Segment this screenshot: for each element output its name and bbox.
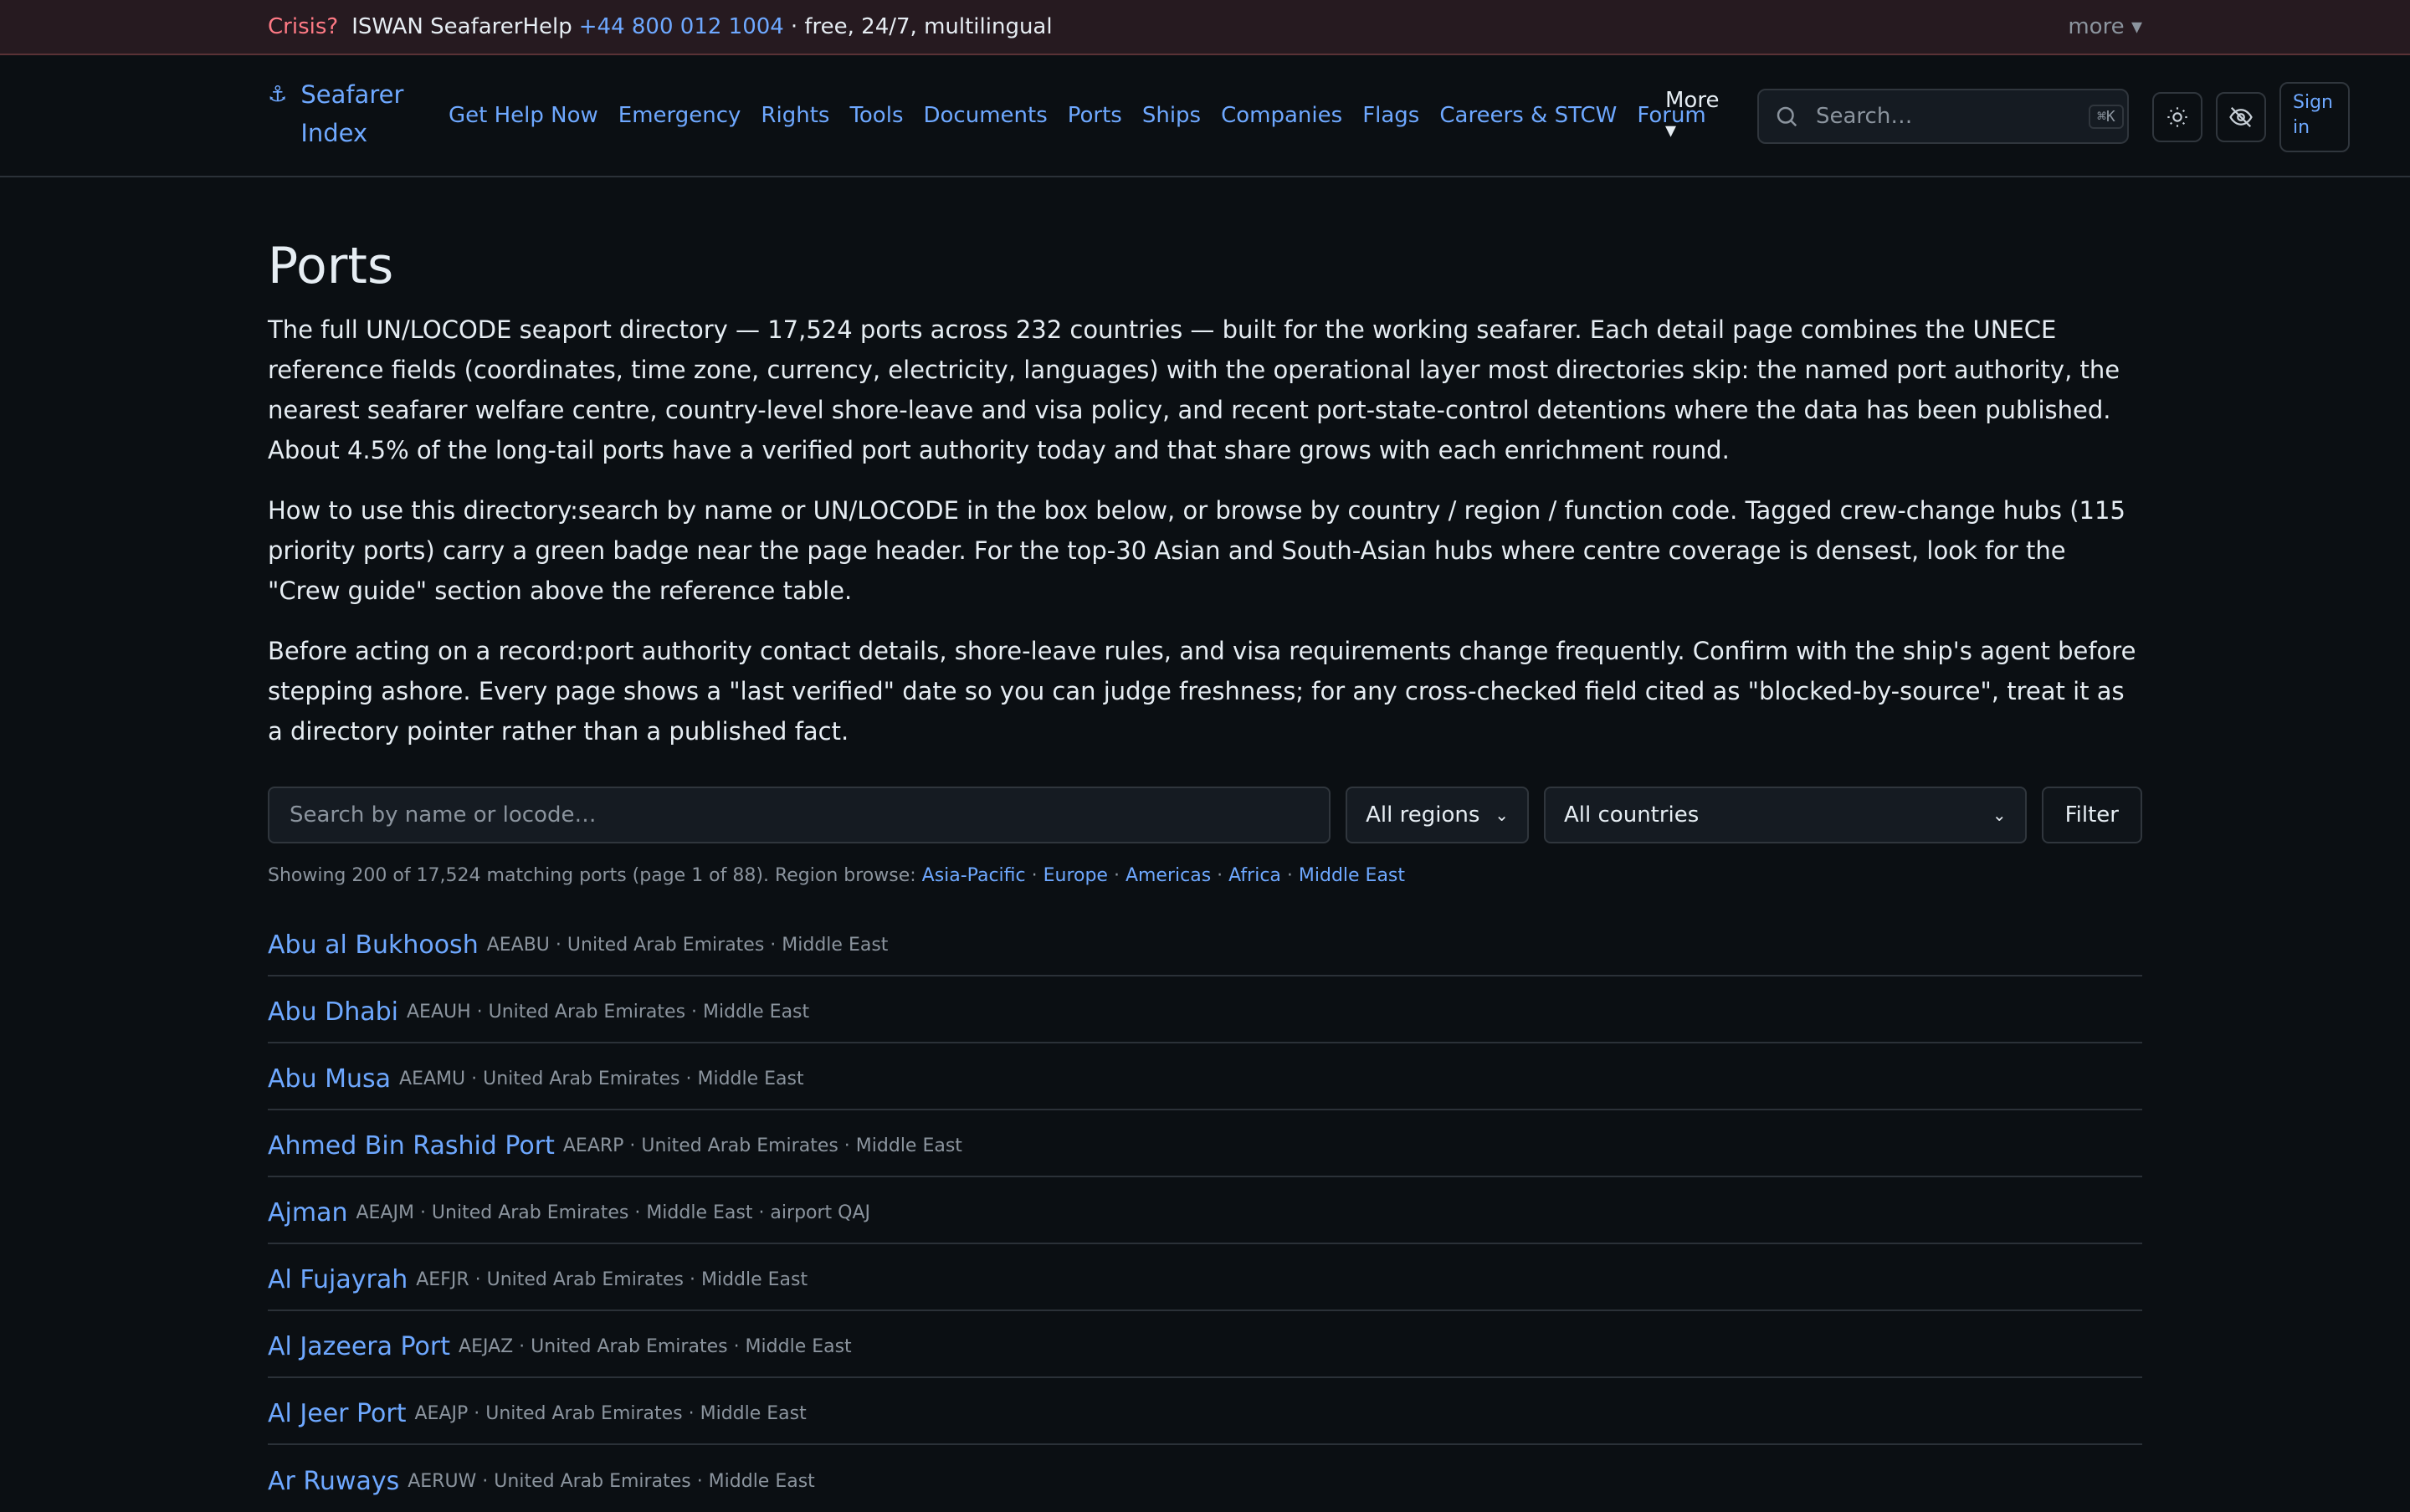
port-link[interactable]: Abu Musa (268, 1064, 391, 1094)
region-link-middle-east[interactable]: Middle East (1299, 865, 1405, 886)
nav-link-careers-stcw[interactable]: Careers & STCW (1439, 103, 1617, 128)
privacy-toggle-button[interactable] (2216, 92, 2266, 142)
anchor-icon: ⚓ (268, 82, 288, 107)
port-meta: AEAJP · United Arab Emirates · Middle Ea… (414, 1402, 807, 1424)
port-link[interactable]: Abu Dhabi (268, 997, 398, 1027)
region-link-africa[interactable]: Africa (1228, 865, 1281, 886)
region-link-americas[interactable]: Americas (1126, 865, 1211, 886)
port-meta: AEJAZ · United Arab Emirates · Middle Ea… (459, 1335, 852, 1357)
sun-icon (2167, 107, 2187, 127)
chevron-down-icon: ⌄ (1992, 805, 2007, 825)
theme-toggle-button[interactable] (2152, 92, 2202, 142)
list-item: Al Jeer Port AEAJP · United Arab Emirates… (268, 1378, 2142, 1445)
crisis-details: · free, 24/7, multilingual (790, 14, 1053, 39)
global-search-input[interactable] (1814, 103, 2089, 130)
port-link[interactable]: Al Jazeera Port (268, 1332, 450, 1361)
port-meta: AEAMU · United Arab Emirates · Middle Ea… (399, 1068, 804, 1089)
nav-link-documents[interactable]: Documents (924, 103, 1048, 128)
crisis-more-toggle[interactable]: more ▾ (2068, 14, 2142, 39)
nav-links: Get Help Now Emergency Rights Tools Docu… (449, 55, 1706, 176)
results-status: Showing 200 of 17,524 matching ports (pa… (268, 865, 1406, 886)
country-select[interactable]: All countries ⌄ (1544, 787, 2027, 843)
results-count-text: Showing 200 of 17,524 matching ports (pa… (268, 865, 922, 886)
search-icon (1777, 106, 1797, 127)
list-item: Ajman AEAJM · United Arab Emirates · Midd… (268, 1177, 2142, 1244)
search-shortcut-hint: ⌘K (2089, 104, 2124, 129)
list-item: Ahmed Bin Rashid Port AEARP · United Arab… (268, 1110, 2142, 1177)
brand-name: Seafarer Index (300, 80, 404, 147)
nav-link-tools[interactable]: Tools (849, 103, 903, 128)
global-search[interactable]: ⌘K (1757, 89, 2129, 144)
nav-link-get-help-now[interactable]: Get Help Now (449, 103, 598, 128)
region-link-asia-pacific[interactable]: Asia-Pacific (922, 865, 1026, 886)
list-item: Al Jazeera Port AEJAZ · United Arab Emira… (268, 1311, 2142, 1378)
sign-in-button[interactable]: Sign in (2279, 82, 2350, 152)
before-paragraph: Before acting on a record:port authority… (268, 631, 2142, 751)
list-item: Abu Dhabi AEAUH · United Arab Emirates · … (268, 976, 2142, 1043)
country-select-value: All countries (1564, 802, 1700, 828)
port-link[interactable]: Al Jeer Port (268, 1399, 407, 1428)
port-link[interactable]: Ajman (268, 1198, 347, 1228)
region-select-value: All regions (1366, 802, 1480, 828)
list-item: Ar Ruways AERUW · United Arab Emirates · … (268, 1445, 2142, 1512)
filter-bar: All regions ⌄ All countries ⌄ Filter (268, 787, 2142, 843)
eye-off-icon (2229, 106, 2253, 128)
list-item: Abu al Bukhoosh AEABU · United Arab Emira… (268, 910, 2142, 976)
crisis-label: Crisis? (268, 14, 339, 39)
top-nav: ⚓ Seafarer Index Get Help Now Emergency … (0, 55, 2410, 177)
crisis-org: ISWAN SeafarerHelp (351, 14, 572, 39)
crisis-banner: Crisis? ISWAN SeafarerHelp +44 800 012 1… (0, 0, 2410, 55)
list-item: Al Fujayrah AEFJR · United Arab Emirates … (268, 1244, 2142, 1311)
region-link-europe[interactable]: Europe (1043, 865, 1108, 886)
nav-link-companies[interactable]: Companies (1221, 103, 1342, 128)
filter-button[interactable]: Filter (2041, 787, 2142, 843)
port-meta: AEABU · United Arab Emirates · Middle Ea… (486, 934, 889, 956)
brand-link[interactable]: ⚓ Seafarer Index (268, 75, 418, 152)
port-meta: AEAUH · United Arab Emirates · Middle Ea… (407, 1001, 810, 1023)
nav-more-dropdown[interactable]: More ▾ (1665, 85, 1732, 146)
port-search-input[interactable] (268, 787, 1331, 843)
crisis-phone-link[interactable]: +44 800 012 1004 (579, 14, 784, 39)
main-content: Ports The full UN/LOCODE seaport directo… (268, 174, 2142, 1512)
port-meta: AEFJR · United Arab Emirates · Middle Ea… (416, 1269, 808, 1290)
nav-link-emergency[interactable]: Emergency (618, 103, 741, 128)
nav-link-ports[interactable]: Ports (1068, 103, 1122, 128)
ports-list: Abu al Bukhoosh AEABU · United Arab Emira… (268, 910, 2142, 1512)
howto-label: How to use this directory: (268, 496, 578, 525)
page-title: Ports (268, 237, 394, 295)
port-link[interactable]: Ar Ruways (268, 1467, 399, 1496)
region-select[interactable]: All regions ⌄ (1346, 787, 1530, 843)
nav-link-ships[interactable]: Ships (1142, 103, 1201, 128)
nav-link-flags[interactable]: Flags (1362, 103, 1419, 128)
port-link[interactable]: Ahmed Bin Rashid Port (268, 1131, 555, 1161)
port-meta: AERUW · United Arab Emirates · Middle Ea… (408, 1470, 815, 1492)
port-meta: AEARP · United Arab Emirates · Middle Ea… (562, 1135, 962, 1156)
port-link[interactable]: Al Fujayrah (268, 1265, 408, 1294)
before-label: Before acting on a record: (268, 637, 584, 665)
port-meta: AEAJM · United Arab Emirates · Middle Ea… (356, 1202, 871, 1223)
chevron-down-icon: ⌄ (1495, 805, 1510, 825)
list-item: Abu Musa AEAMU · United Arab Emirates · M… (268, 1043, 2142, 1110)
nav-link-rights[interactable]: Rights (761, 103, 829, 128)
port-link[interactable]: Abu al Bukhoosh (268, 930, 479, 960)
intro-paragraph: The full UN/LOCODE seaport directory — 1… (268, 315, 2120, 464)
howto-paragraph: How to use this directory:search by name… (268, 490, 2142, 611)
